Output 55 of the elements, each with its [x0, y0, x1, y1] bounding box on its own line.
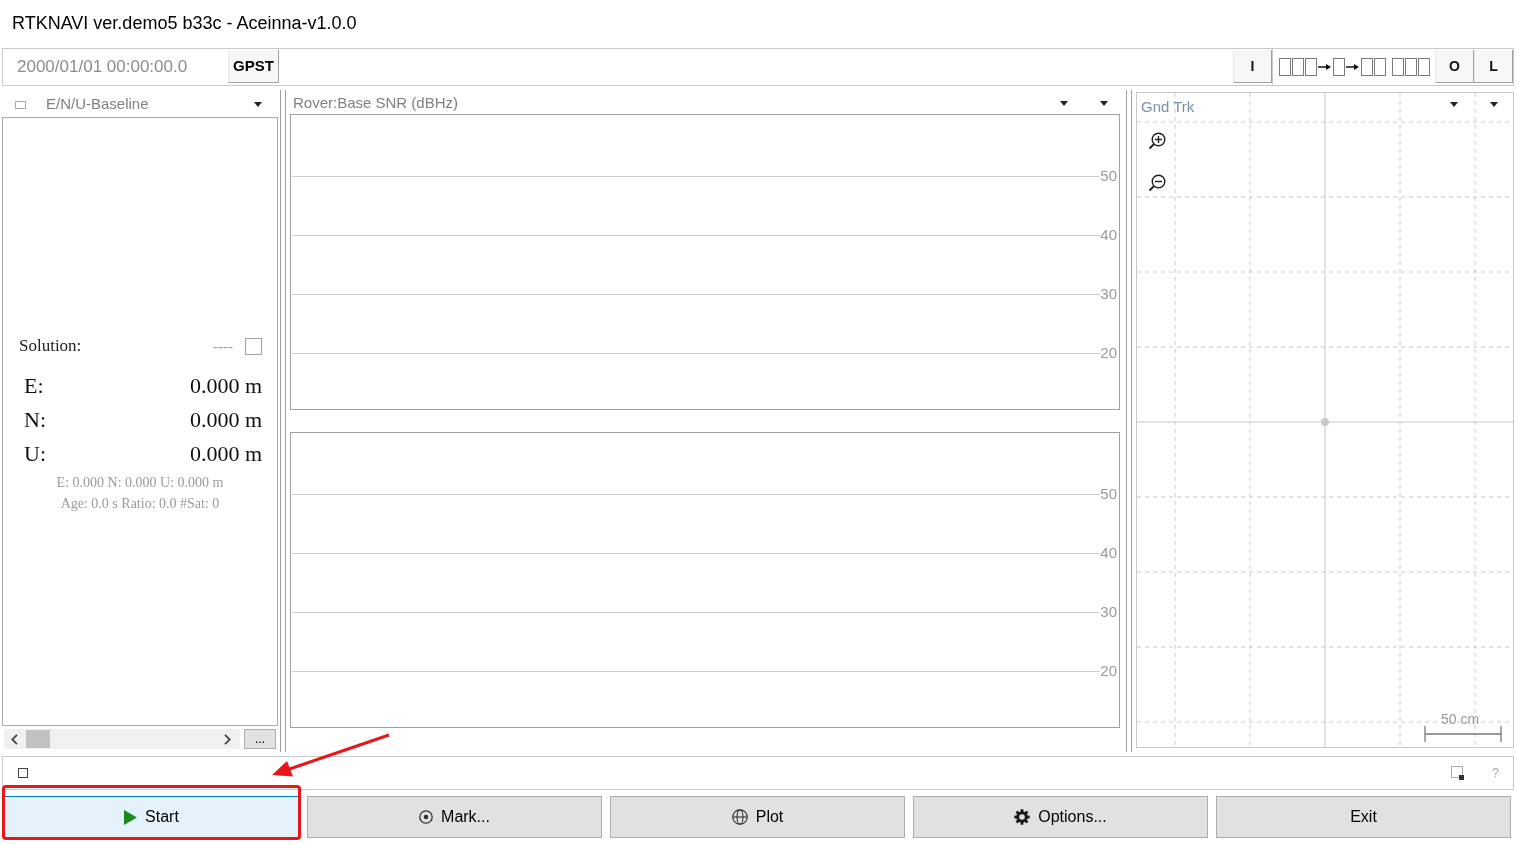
- options-button[interactable]: Options...: [913, 796, 1208, 838]
- dotted-box-icon: [15, 100, 26, 109]
- scale-bar-icon: [1424, 725, 1502, 743]
- axis-tick-label: 20: [1100, 662, 1117, 680]
- axis-tick-label: 50: [1100, 485, 1117, 503]
- exit-button[interactable]: Exit: [1216, 796, 1511, 838]
- input-stream-button[interactable]: I: [1233, 50, 1272, 83]
- gear-icon: [1014, 809, 1031, 825]
- solution-status: ----: [213, 336, 233, 356]
- chevron-right-icon[interactable]: [224, 733, 231, 745]
- mark-button[interactable]: Mark...: [307, 796, 602, 838]
- axis-tick-label: 20: [1100, 344, 1117, 362]
- dotted-box-icon: [1451, 766, 1465, 780]
- stream-status-icon: [1279, 57, 1431, 77]
- scale-label: 50 cm: [1441, 710, 1480, 729]
- square-icon: [18, 768, 28, 778]
- status-square-icon: [245, 337, 262, 355]
- coordinate-value: 0.000 m: [189, 371, 262, 400]
- caret-down-icon[interactable]: [254, 102, 262, 107]
- play-icon: [124, 809, 138, 825]
- zoom-out-icon[interactable]: [1148, 174, 1166, 192]
- coordinate-label: E:: [24, 371, 44, 400]
- coordinate-value: 0.000 m: [189, 439, 262, 468]
- coordinate-value: 0.000 m: [189, 405, 262, 434]
- more-button[interactable]: ...: [244, 729, 276, 749]
- scrollbar-thumb[interactable]: [26, 730, 50, 748]
- horizontal-scrollbar[interactable]: [4, 729, 240, 749]
- axis-tick-label: 50: [1100, 167, 1117, 185]
- plot-title: Rover:Base SNR (dBHz): [293, 92, 459, 113]
- output-stream-button[interactable]: O: [1435, 50, 1474, 83]
- start-button[interactable]: Start: [4, 796, 299, 838]
- time-display: 2000/01/01 00:00:00.0: [16, 56, 189, 79]
- caret-down-icon[interactable]: [1100, 100, 1108, 106]
- axis-tick-label: 40: [1100, 226, 1117, 244]
- zoom-in-icon[interactable]: [1148, 132, 1166, 150]
- axis-tick-label: 40: [1100, 544, 1117, 562]
- globe-icon: [731, 809, 748, 825]
- solution-summary: Age: 0.0 s Ratio: 0.0 #Sat: 0: [60, 495, 220, 513]
- caret-down-icon[interactable]: [1060, 100, 1068, 106]
- solution-summary: E: 0.000 N: 0.000 U: 0.000 m: [56, 474, 224, 492]
- axis-tick-label: 30: [1100, 603, 1117, 621]
- target-icon: [419, 810, 434, 824]
- axis-tick-label: 30: [1100, 285, 1117, 303]
- plot-title: Gnd Trk: [1141, 97, 1195, 117]
- window-title: RTKNAVI ver.demo5 b33c - Aceinna-v1.0.0: [12, 12, 357, 34]
- solution-label: Solution:: [19, 335, 82, 358]
- coordinate-label: U:: [24, 439, 46, 468]
- log-stream-button[interactable]: L: [1474, 50, 1513, 83]
- coordinate-label: N:: [24, 405, 46, 434]
- time-system-button[interactable]: GPST: [228, 50, 279, 83]
- caret-down-icon[interactable]: [1490, 102, 1498, 107]
- view-selector-label[interactable]: E/N/U-Baseline: [46, 93, 149, 116]
- plot-button[interactable]: Plot: [610, 796, 905, 838]
- caret-down-icon[interactable]: [1450, 102, 1458, 107]
- chevron-left-icon[interactable]: [11, 733, 18, 745]
